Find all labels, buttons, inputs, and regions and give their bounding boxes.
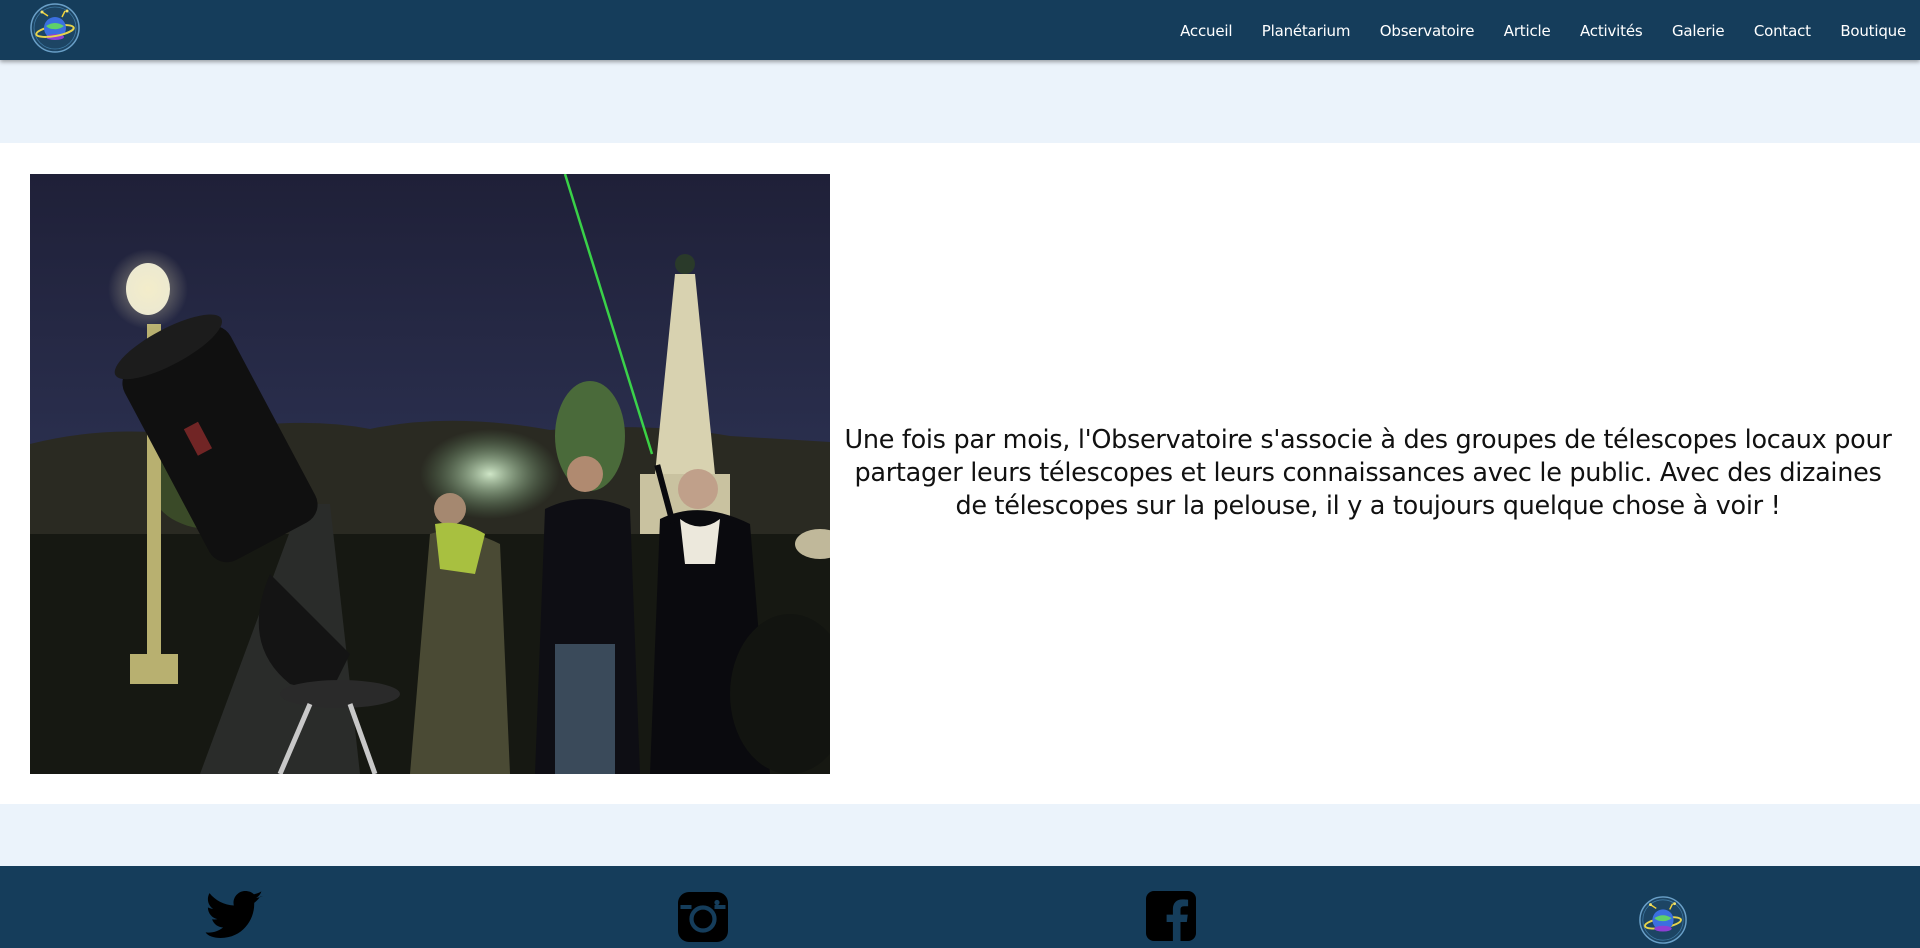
nav-link-activites[interactable]: Activités [1580, 22, 1643, 40]
nav-link-article[interactable]: Article [1504, 22, 1551, 40]
nav-item-activites: Activités [1580, 21, 1643, 40]
nav-item-boutique: Boutique [1840, 21, 1906, 40]
nav-link-contact[interactable]: Contact [1754, 22, 1811, 40]
nav-link-planetarium[interactable]: Planétarium [1262, 22, 1351, 40]
feature-description: Une fois par mois, l'Observatoire s'asso… [844, 425, 1892, 521]
site-footer [0, 866, 1920, 948]
twitter-icon[interactable] [205, 891, 265, 941]
nav-item-planetarium: Planétarium [1262, 21, 1351, 40]
nav-link-accueil[interactable]: Accueil [1180, 22, 1232, 40]
nav-item-observatoire: Observatoire [1380, 21, 1475, 40]
top-navbar: Accueil Planétarium Observatoire Article… [0, 0, 1920, 60]
nav-item-article: Article [1504, 21, 1551, 40]
facebook-icon[interactable] [1146, 891, 1196, 941]
nav-item-galerie: Galerie [1672, 21, 1725, 40]
instagram-icon[interactable] [678, 892, 728, 942]
planet-logo-icon[interactable] [29, 2, 81, 54]
feature-description-block: Une fois par mois, l'Observatoire s'asso… [838, 143, 1898, 804]
main-nav: Accueil Planétarium Observatoire Article… [1180, 0, 1906, 60]
nav-link-galerie[interactable]: Galerie [1672, 22, 1725, 40]
nav-link-observatoire[interactable]: Observatoire [1380, 22, 1475, 40]
nav-item-accueil: Accueil [1180, 21, 1232, 40]
telescope-night-photo [30, 174, 830, 774]
bottom-spacer-band [0, 804, 1920, 866]
planet-logo-icon[interactable] [1638, 895, 1688, 945]
nav-link-boutique[interactable]: Boutique [1840, 22, 1906, 40]
observatory-feature-section: Une fois par mois, l'Observatoire s'asso… [0, 143, 1920, 804]
nav-item-contact: Contact [1754, 21, 1811, 40]
top-spacer-band [0, 60, 1920, 143]
